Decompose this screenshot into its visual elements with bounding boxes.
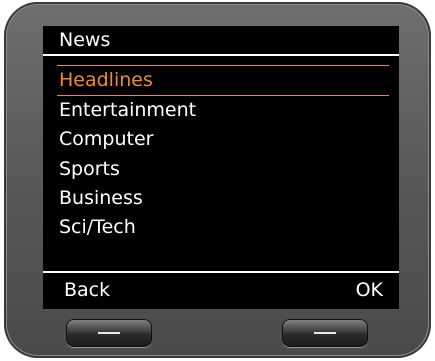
right-softkey-button[interactable] xyxy=(282,319,368,347)
menu-item-headlines[interactable]: Headlines xyxy=(43,65,399,95)
softkey-divider xyxy=(43,271,399,273)
title-divider xyxy=(43,54,399,56)
page-title: News xyxy=(59,29,111,51)
dash-icon xyxy=(98,332,120,334)
phone-bezel: News Headlines Entertainment Computer Sp… xyxy=(4,2,431,358)
display-screen: News Headlines Entertainment Computer Sp… xyxy=(43,26,399,309)
ok-softkey-label: OK xyxy=(355,279,383,301)
back-softkey-label: Back xyxy=(64,279,111,301)
left-softkey-button[interactable] xyxy=(66,319,152,347)
menu-item-sports[interactable]: Sports xyxy=(43,154,399,184)
dash-icon xyxy=(314,332,336,334)
menu-item-entertainment[interactable]: Entertainment xyxy=(43,95,399,125)
menu-item-computer[interactable]: Computer xyxy=(43,124,399,154)
menu-item-business[interactable]: Business xyxy=(43,183,399,213)
menu-item-scitech[interactable]: Sci/Tech xyxy=(43,212,399,242)
